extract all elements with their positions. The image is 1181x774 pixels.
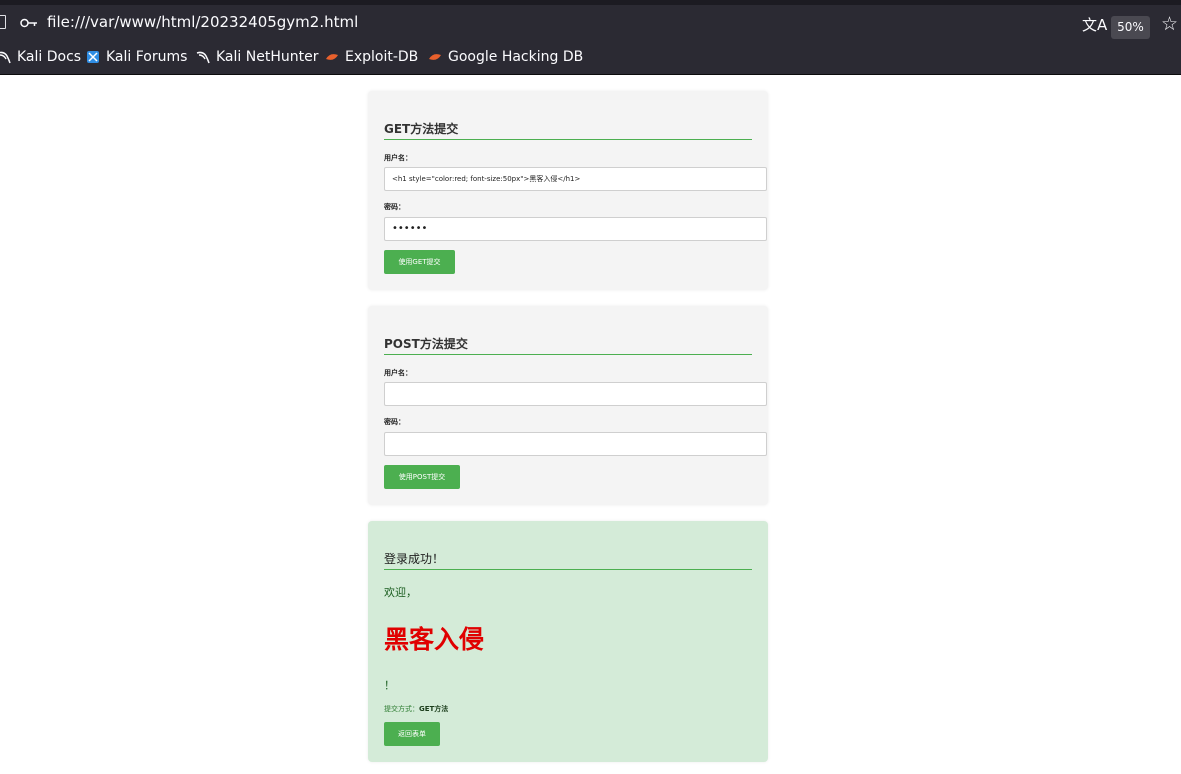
zoom-level-badge[interactable]: 50%	[1111, 16, 1150, 39]
get-form-divider	[384, 139, 752, 140]
get-password-input[interactable]: ••••••	[384, 217, 767, 241]
post-form-title: POST方法提交	[384, 337, 468, 351]
page-icon	[0, 15, 6, 29]
login-result-card: 登录成功！ 欢迎， 黑客入侵 ！ 提交方式：GET方法 返回表单	[368, 521, 768, 762]
bookmark-label: Kali NetHunter	[216, 49, 319, 65]
submit-method-prefix: 提交方式：	[384, 705, 419, 713]
result-title: 登录成功！	[384, 552, 445, 566]
address-bar[interactable]: file:///var/www/html/20232405gym2.html 文…	[0, 5, 1181, 40]
translate-icon[interactable]: 文A	[1082, 14, 1107, 35]
bookmark-label: Exploit-DB	[345, 49, 419, 65]
get-form-title: GET方法提交	[384, 122, 459, 136]
bookmark-kali-forums[interactable]: Kali Forums	[86, 49, 187, 65]
back-to-form-button[interactable]: 返回表单	[384, 722, 440, 746]
get-submit-button[interactable]: 使用GET提交	[384, 250, 455, 274]
exploit-db-icon	[429, 54, 441, 60]
post-username-input[interactable]	[384, 382, 767, 406]
key-icon[interactable]	[20, 17, 38, 29]
result-divider	[384, 569, 752, 570]
post-submit-button[interactable]: 使用POST提交	[384, 465, 460, 489]
injected-heading: 黑客入侵	[384, 625, 485, 654]
bookmark-kali-docs[interactable]: Kali Docs	[0, 49, 81, 65]
kali-forums-icon	[87, 51, 99, 63]
page-content: GET方法提交 用户名： <h1 style="color:red; font-…	[0, 75, 1181, 774]
bookmarks-toolbar: Kali Docs Kali Forums Kali NetHunter Exp…	[0, 40, 1181, 75]
kali-dragon-icon	[196, 51, 210, 64]
bookmark-kali-nethunter[interactable]: Kali NetHunter	[196, 49, 318, 65]
bookmark-label: Kali Docs	[17, 49, 82, 65]
bookmark-label: Kali Forums	[106, 49, 188, 65]
post-password-label: 密码：	[384, 418, 405, 426]
post-form-card: POST方法提交 用户名： 密码： 使用POST提交	[368, 306, 768, 505]
get-password-label: 密码：	[384, 203, 405, 211]
post-username-label: 用户名：	[384, 369, 412, 377]
post-password-input[interactable]	[384, 432, 767, 456]
url-text[interactable]: file:///var/www/html/20232405gym2.html	[47, 13, 358, 31]
get-username-input[interactable]: <h1 style="color:red; font-size:50px">黑客…	[384, 167, 767, 191]
exploit-db-icon	[326, 54, 338, 60]
bookmark-google-hacking-db[interactable]: Google Hacking DB	[428, 49, 583, 65]
get-username-label: 用户名：	[384, 154, 412, 162]
kali-dragon-icon	[0, 51, 11, 64]
exclamation-text: ！	[384, 679, 395, 692]
welcome-text: 欢迎，	[384, 586, 417, 599]
post-form-divider	[384, 354, 752, 355]
bookmark-star-icon[interactable]: ☆	[1161, 13, 1178, 35]
bookmark-exploit-db[interactable]: Exploit-DB	[325, 49, 418, 65]
bookmark-label: Google Hacking DB	[448, 49, 584, 65]
get-form-card: GET方法提交 用户名： <h1 style="color:red; font-…	[368, 91, 768, 290]
submit-method-value: GET方法	[419, 705, 449, 713]
submit-method-text: 提交方式：GET方法	[384, 704, 448, 714]
